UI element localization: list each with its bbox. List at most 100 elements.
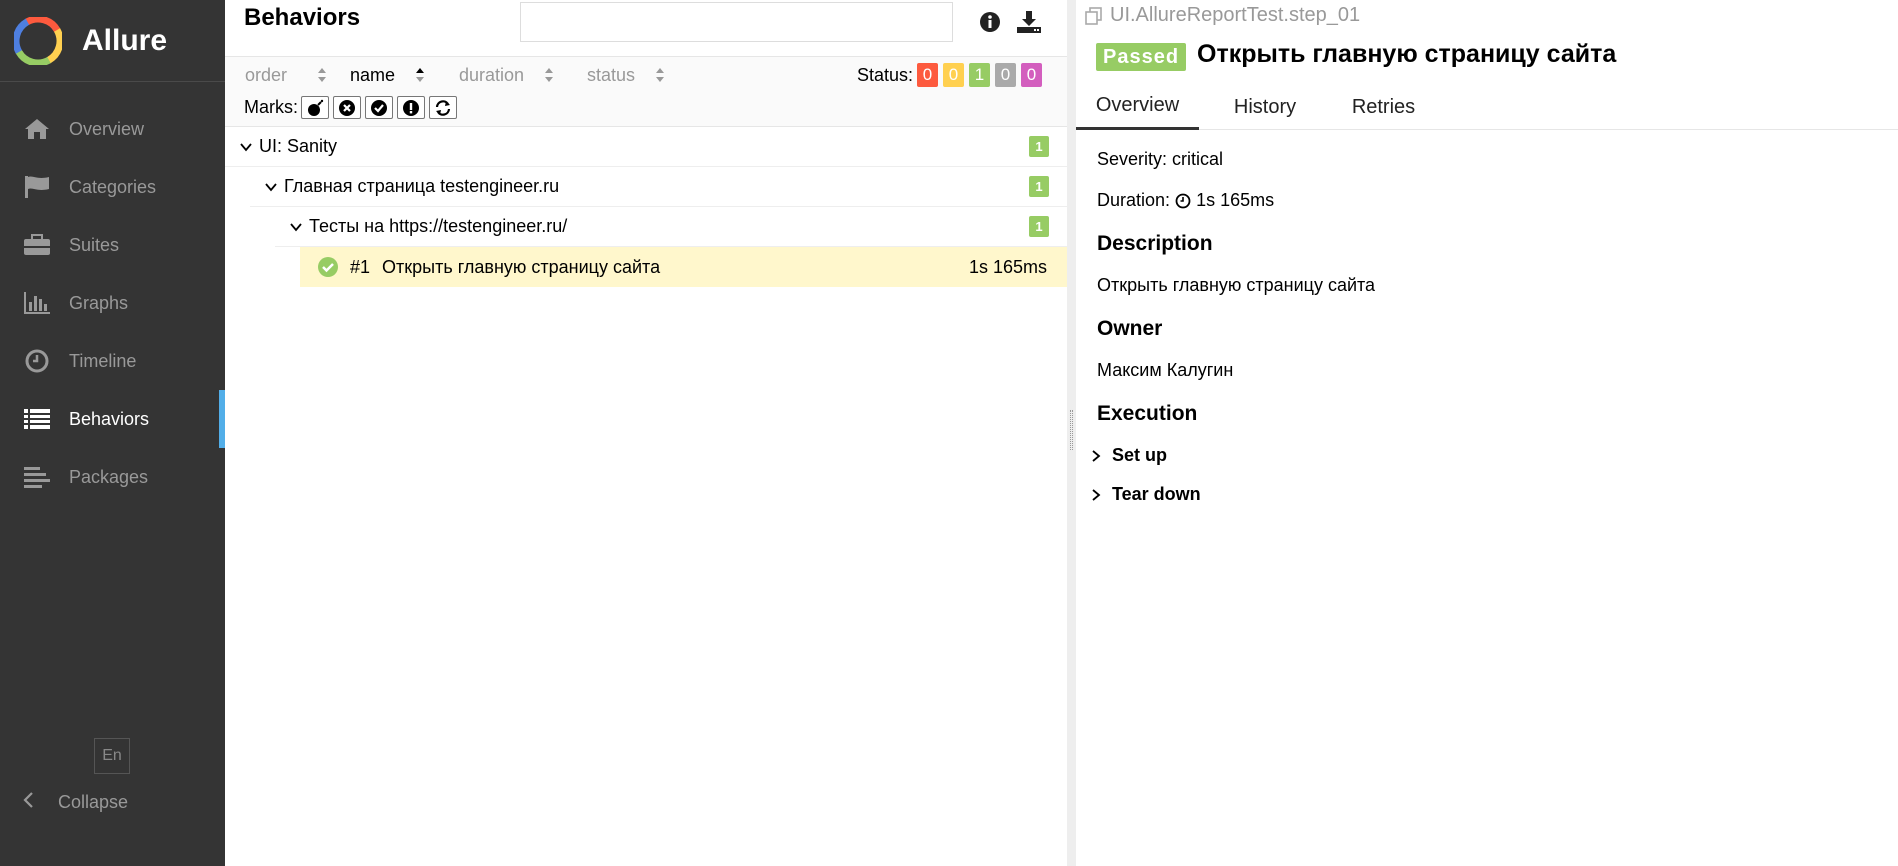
tab-history[interactable]: History <box>1215 84 1315 130</box>
test-full-name[interactable]: UI.AllureReportTest.step_01 <box>1084 4 1360 27</box>
tab-overview[interactable]: Overview <box>1076 84 1199 130</box>
behaviors-pane: Behaviors order name duration status Sta… <box>225 0 1067 866</box>
sidebar-item-label: Graphs <box>69 292 129 313</box>
sort-order[interactable]: order <box>245 63 327 87</box>
tree-group-feature[interactable]: Главная страница testengineer.ru 1 <box>250 167 1067 207</box>
list-icon <box>22 406 52 432</box>
sort-asc-icon <box>416 68 425 82</box>
sidebar-item-label: Categories <box>69 176 157 197</box>
sidebar-item-timeline[interactable]: Timeline <box>0 332 225 390</box>
status-broken-toggle[interactable]: 0 <box>943 63 964 87</box>
passed-count-badge: 1 <box>1029 176 1049 197</box>
setup-label: Set up <box>1112 445 1168 465</box>
clock-icon <box>22 348 52 374</box>
owner-name: Максим Калугин <box>1097 360 1234 380</box>
teardown-toggle[interactable]: Tear down <box>1090 484 1201 505</box>
sort-icon <box>656 68 665 82</box>
sort-order-label: order <box>245 64 288 85</box>
sort-status[interactable]: status <box>587 63 665 87</box>
mark-flaky-button[interactable] <box>301 96 329 119</box>
setup-toggle[interactable]: Set up <box>1090 445 1167 466</box>
page-title: Behaviors <box>244 4 361 31</box>
bomb-icon <box>308 99 324 116</box>
sidebar-item-label: Timeline <box>69 350 137 371</box>
status-skipped-toggle[interactable]: 0 <box>995 63 1016 87</box>
status-filter-label: Status: <box>857 64 914 85</box>
collapse-button[interactable]: Collapse <box>22 785 128 819</box>
tree-group-name: Тесты на https://testengineer.ru/ <box>309 216 568 236</box>
home-icon <box>22 116 52 142</box>
info-icon[interactable] <box>978 10 1002 34</box>
sidebar-item-behaviors[interactable]: Behaviors <box>0 390 225 448</box>
execution-heading: Execution <box>1097 402 1198 425</box>
allure-logo-icon <box>14 16 62 65</box>
sort-icon <box>318 68 327 82</box>
brand[interactable]: Allure <box>0 0 225 82</box>
tree-group-name: Главная страница testengineer.ru <box>284 176 560 196</box>
testcase-tabs: Overview History Retries <box>1076 84 1898 130</box>
sort-name-label: name <box>350 64 396 85</box>
sidebar: Allure Overview Categories Suites Graphs <box>0 0 225 866</box>
chevron-down-icon <box>240 142 252 151</box>
chevron-down-icon <box>290 222 302 231</box>
testcase-pane: UI.AllureReportTest.step_01 Passed Откры… <box>1076 0 1898 866</box>
test-duration: 1s 165ms <box>968 256 1047 277</box>
duration-value: 1s 165ms <box>1196 190 1275 210</box>
sidebar-item-label: Suites <box>69 234 120 255</box>
sort-duration-label: duration <box>459 64 525 85</box>
sort-name[interactable]: name <box>350 63 425 87</box>
pane-splitter[interactable] <box>1067 0 1076 866</box>
copy-icon <box>1085 6 1102 25</box>
chevron-right-icon <box>1092 488 1101 501</box>
exclamation-circle-icon <box>403 99 419 116</box>
owner-heading: Owner <box>1097 317 1163 340</box>
sidebar-item-label: Behaviors <box>69 408 150 429</box>
sort-status-label: status <box>587 64 636 85</box>
collapse-label: Collapse <box>58 791 129 812</box>
chevron-right-icon <box>1092 449 1101 462</box>
sidebar-item-categories[interactable]: Categories <box>0 158 225 216</box>
status-badge: Passed <box>1096 43 1187 71</box>
clock-icon <box>1175 193 1191 208</box>
mark-new-passed-button[interactable] <box>365 96 393 119</box>
flag-icon <box>22 174 52 200</box>
download-icon[interactable] <box>1016 10 1041 34</box>
mark-new-broken-button[interactable] <box>397 96 425 119</box>
test-number: #1 <box>350 256 371 277</box>
search-input[interactable] <box>520 2 953 42</box>
language-button[interactable]: En <box>94 738 130 774</box>
sidebar-item-packages[interactable]: Packages <box>0 448 225 506</box>
marks-label: Marks: <box>244 96 298 117</box>
severity-label: Severity: <box>1097 149 1168 169</box>
times-circle-icon <box>339 99 355 116</box>
tree-group-epic[interactable]: UI: Sanity 1 <box>225 127 1067 167</box>
sort-duration[interactable]: duration <box>459 63 554 87</box>
refresh-icon <box>435 99 451 116</box>
status-unknown-toggle[interactable]: 0 <box>1021 63 1042 87</box>
status-passed-toggle[interactable]: 1 <box>969 63 990 87</box>
test-full-name-text: UI.AllureReportTest.step_01 <box>1110 4 1361 26</box>
check-circle-icon <box>371 99 387 116</box>
sidebar-item-label: Overview <box>69 118 145 139</box>
mark-new-failed-button[interactable] <box>333 96 361 119</box>
mark-retries-button[interactable] <box>429 96 457 119</box>
description-text: Открыть главную страницу сайта <box>1097 275 1376 295</box>
sidebar-item-suites[interactable]: Suites <box>0 216 225 274</box>
tree-toolbar: order name duration status Status: 0 0 1… <box>225 57 1067 127</box>
sidebar-item-overview[interactable]: Overview <box>0 100 225 158</box>
briefcase-icon <box>22 232 52 258</box>
app-title: Allure <box>82 23 168 57</box>
sidebar-item-graphs[interactable]: Graphs <box>0 274 225 332</box>
description-heading: Description <box>1097 232 1213 255</box>
tree-group-story[interactable]: Тесты на https://testengineer.ru/ 1 <box>275 207 1067 247</box>
status-failed-toggle[interactable]: 0 <box>917 63 938 87</box>
test-case-row[interactable]: #1 Открыть главную страницу сайта 1s 165… <box>300 247 1067 287</box>
severity-line: Severity: critical <box>1097 149 1223 170</box>
tab-retries[interactable]: Retries <box>1326 84 1441 130</box>
duration-line: Duration: 1s 165ms <box>1097 190 1274 211</box>
chevron-down-icon <box>265 182 277 191</box>
duration-label: Duration: <box>1097 190 1171 210</box>
behaviors-header: Behaviors <box>225 0 1067 57</box>
splitter-grip-icon <box>1070 410 1073 450</box>
align-left-icon <box>22 464 52 490</box>
